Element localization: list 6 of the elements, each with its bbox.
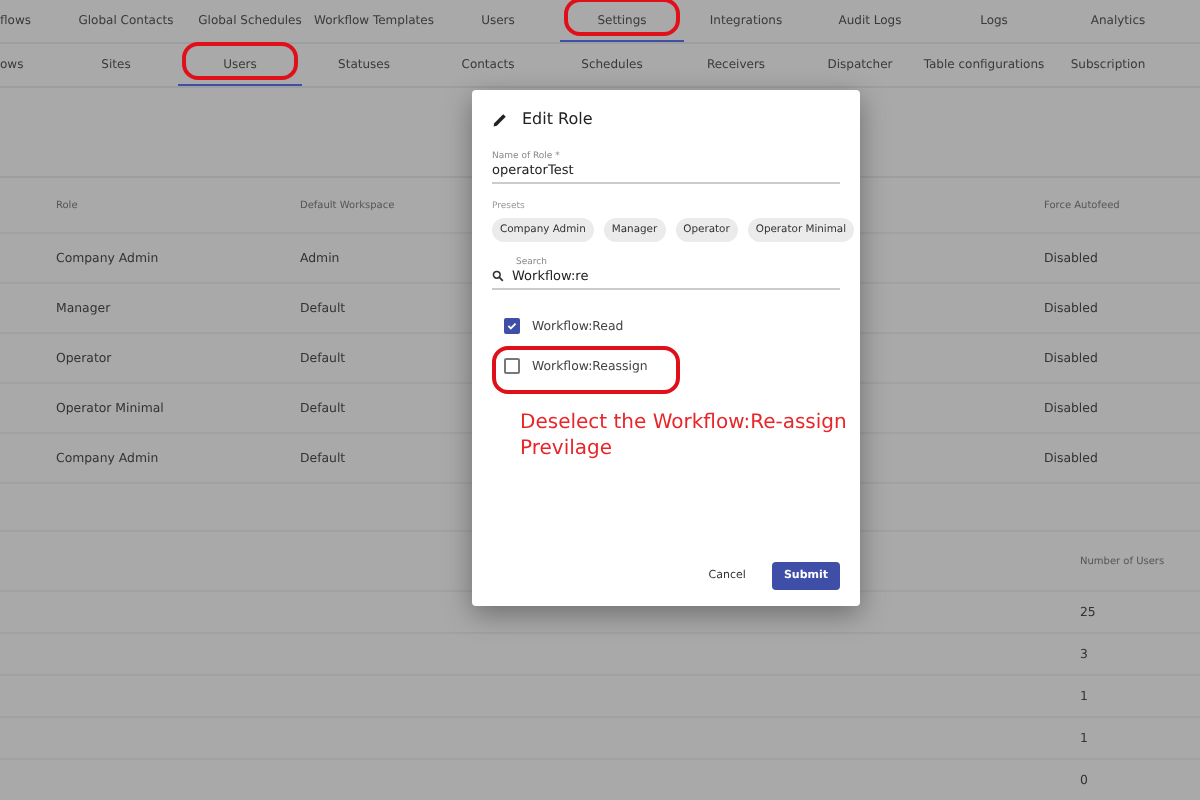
pencil-icon [492,111,508,127]
checkbox[interactable] [504,358,520,374]
annotation-text: Deselect the Workflow:Re-assign Previlage [518,410,849,462]
dialog-title: Edit Role [522,110,593,128]
checkbox[interactable] [504,318,520,334]
search-icon [492,270,504,282]
